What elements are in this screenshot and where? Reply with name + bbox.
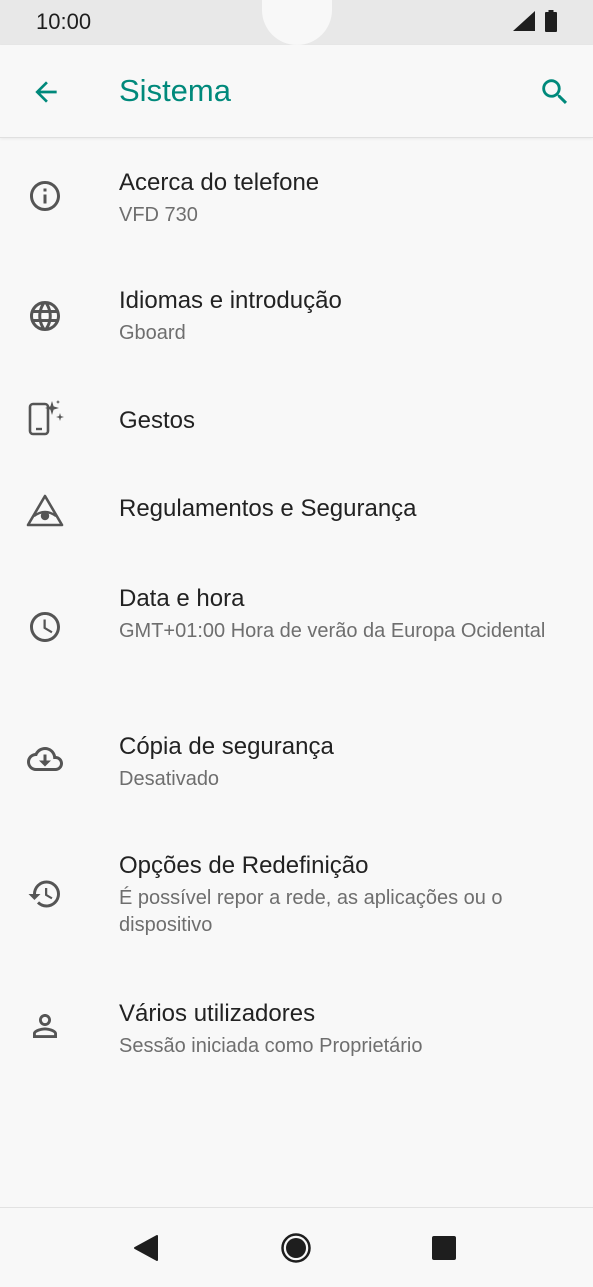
- cloud-backup-icon: [25, 739, 65, 779]
- status-icons: [513, 10, 557, 32]
- battery-icon: [545, 10, 557, 32]
- setting-subtitle: GMT+01:00 Hora de verão da Europa Ociden…: [119, 620, 546, 642]
- regulatory-icon: [25, 490, 65, 530]
- setting-title: Opções de Redefinição: [119, 852, 369, 879]
- nav-recents-icon: [431, 1235, 457, 1261]
- search-icon: [538, 75, 572, 109]
- search-button[interactable]: [531, 68, 579, 116]
- gestures-icon: [25, 398, 65, 438]
- setting-subtitle: Sessão iniciada como Proprietário: [119, 1035, 423, 1057]
- navigation-bar: [0, 1207, 593, 1287]
- nav-home-icon: [280, 1232, 312, 1264]
- info-icon: [25, 176, 65, 216]
- nav-back-icon: [133, 1234, 159, 1262]
- nav-back-button[interactable]: [124, 1226, 168, 1270]
- camera-notch: [262, 0, 332, 45]
- signal-icon: [513, 11, 535, 31]
- setting-item-gestures[interactable]: Gestos: [0, 376, 593, 464]
- status-bar: 10:00: [0, 0, 593, 45]
- back-button[interactable]: [22, 68, 70, 116]
- setting-title: Gestos: [119, 407, 196, 434]
- globe-icon: [25, 296, 65, 336]
- setting-item-backup[interactable]: Cópia de segurança Desativado: [0, 702, 593, 821]
- setting-title: Acerca do telefone: [119, 169, 320, 196]
- restore-icon: [25, 874, 65, 914]
- setting-title: Cópia de segurança: [119, 733, 334, 760]
- nav-recents-button[interactable]: [422, 1226, 466, 1270]
- setting-item-multiple-users[interactable]: Vários utilizadores Sessão iniciada como…: [0, 969, 593, 1088]
- setting-subtitle: Gboard: [119, 322, 186, 344]
- setting-item-reset-options[interactable]: Opções de Redefinição É possível repor a…: [0, 821, 593, 969]
- setting-item-regulatory[interactable]: Regulamentos e Segurança: [0, 464, 593, 554]
- nav-home-button[interactable]: [274, 1226, 318, 1270]
- person-icon: [25, 1006, 65, 1046]
- setting-subtitle: VFD 730: [119, 204, 198, 226]
- setting-subtitle: Desativado: [119, 768, 220, 790]
- setting-item-about-phone[interactable]: Acerca do telefone VFD 730: [0, 138, 593, 256]
- setting-title: Regulamentos e Segurança: [119, 495, 417, 522]
- app-bar: Sistema: [0, 45, 593, 138]
- arrow-back-icon: [30, 76, 62, 108]
- clock-icon: [25, 607, 65, 647]
- setting-title: Vários utilizadores: [119, 1000, 316, 1027]
- setting-title: Idiomas e introdução: [119, 287, 342, 314]
- page-title: Sistema: [119, 73, 231, 108]
- setting-item-date-time[interactable]: Data e hora GMT+01:00 Hora de verão da E…: [0, 554, 593, 702]
- setting-item-languages[interactable]: Idiomas e introdução Gboard: [0, 256, 593, 376]
- setting-subtitle: É possível repor a rede, as aplicações o…: [119, 887, 503, 936]
- setting-title: Data e hora: [119, 585, 245, 612]
- status-time: 10:00: [36, 9, 92, 34]
